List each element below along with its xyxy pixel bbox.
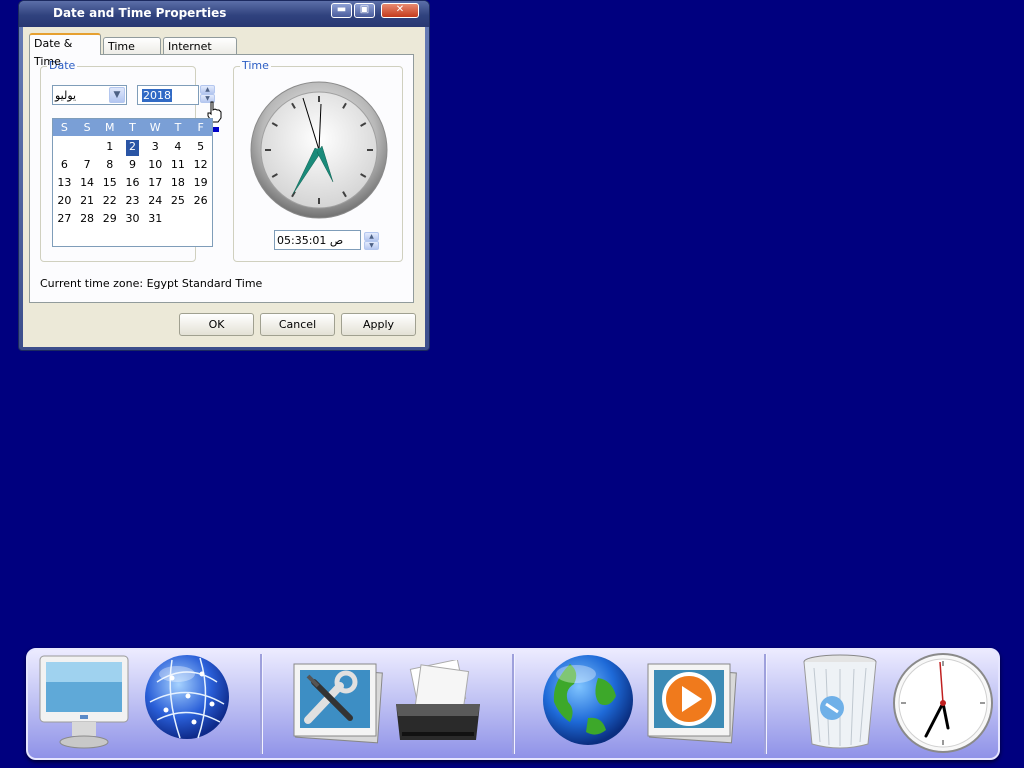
calendar-day-selected[interactable]: 2 bbox=[126, 140, 139, 156]
calendar-weekday: M bbox=[105, 121, 115, 134]
calendar-day[interactable]: 7 bbox=[76, 157, 99, 175]
calendar-weekday-header: S S M TWT F bbox=[53, 119, 212, 136]
calendar-day[interactable]: 23 bbox=[121, 193, 144, 211]
calendar-day[interactable]: 21 bbox=[76, 193, 99, 211]
date-time-properties-window: Date and Time Properties ▬ ▣ ✕ Date & Ti… bbox=[18, 0, 430, 351]
minimize-button[interactable]: ▬ bbox=[331, 3, 352, 18]
spin-up-icon[interactable]: ▲ bbox=[200, 85, 215, 94]
date-group: Date يوليو ▼ 2018 ▲ ▼ SSMTWTF 1 2 3 4 5 … bbox=[40, 59, 222, 262]
calendar-day[interactable]: 9 bbox=[121, 157, 144, 175]
calendar-day[interactable]: 27 bbox=[53, 211, 76, 229]
month-value: يوليو bbox=[55, 89, 77, 102]
calendar-day[interactable]: 14 bbox=[76, 175, 99, 193]
recycle-bin-icon[interactable] bbox=[798, 652, 882, 752]
calendar-day[interactable]: 11 bbox=[167, 157, 190, 175]
calendar-empty-cell bbox=[76, 139, 99, 157]
dock-separator bbox=[512, 654, 515, 754]
time-spinner[interactable]: ▲ ▼ bbox=[364, 232, 379, 250]
dialog-client-area: Date & Time Time Zone Internet Time Date… bbox=[23, 27, 425, 347]
calendar-day[interactable]: 24 bbox=[144, 193, 167, 211]
tab-time-zone[interactable]: Time Zone bbox=[103, 37, 161, 70]
calendar-weekday: S bbox=[60, 121, 68, 134]
dock-separator bbox=[764, 654, 767, 754]
time-input[interactable]: 05:35:01 ص bbox=[274, 230, 361, 250]
earth-icon[interactable] bbox=[540, 652, 636, 748]
maximize-button[interactable]: ▣ bbox=[354, 3, 375, 18]
time-group-label: Time bbox=[240, 59, 271, 72]
calendar-day[interactable]: 8 bbox=[98, 157, 121, 175]
chevron-down-icon[interactable]: ▼ bbox=[109, 87, 125, 103]
tools-icon[interactable] bbox=[290, 660, 384, 746]
year-input[interactable]: 2018 bbox=[137, 85, 199, 105]
calendar-day[interactable]: 30 bbox=[121, 211, 144, 229]
calendar-day[interactable]: 4 bbox=[167, 139, 190, 157]
calendar-day[interactable]: 31 bbox=[144, 211, 167, 229]
window-title: Date and Time Properties bbox=[53, 6, 227, 20]
dock-bar bbox=[26, 648, 1000, 760]
printer-icon[interactable] bbox=[392, 660, 484, 744]
time-value: 05:35:01 ص bbox=[277, 234, 344, 247]
dock-separator bbox=[260, 654, 263, 754]
calendar-day[interactable]: 29 bbox=[98, 211, 121, 229]
calendar-days-grid[interactable]: 1 2 3 4 5 6 7 8 9 10 11 12 13 14 15 16 17 18 19 20 21 22 23 24 2… bbox=[53, 139, 212, 229]
calendar-weekday: T bbox=[174, 121, 182, 134]
calendar-day[interactable]: 12 bbox=[189, 157, 212, 175]
calendar-day[interactable]: 13 bbox=[53, 175, 76, 193]
calendar-day[interactable]: 1 bbox=[98, 139, 121, 157]
calendar-day[interactable]: 18 bbox=[167, 175, 190, 193]
analog-clock bbox=[250, 81, 388, 219]
calendar-empty-cell bbox=[53, 139, 76, 157]
calendar-day[interactable]: 25 bbox=[167, 193, 190, 211]
calendar-weekday: W bbox=[149, 121, 161, 134]
calendar-day[interactable]: 10 bbox=[144, 157, 167, 175]
close-button[interactable]: ✕ bbox=[381, 3, 419, 18]
year-value: 2018 bbox=[142, 89, 172, 102]
calendar-weekday: S bbox=[83, 121, 91, 134]
calendar-day[interactable]: 15 bbox=[98, 175, 121, 193]
calendar-day[interactable]: 16 bbox=[121, 175, 144, 193]
media-player-icon[interactable] bbox=[644, 660, 738, 746]
month-dropdown[interactable]: يوليو ▼ bbox=[52, 85, 127, 105]
calendar-weekday: F bbox=[197, 121, 204, 134]
my-computer-icon[interactable] bbox=[36, 654, 132, 754]
tab-date-time[interactable]: Date & Time bbox=[29, 33, 101, 68]
title-bar[interactable]: Date and Time Properties ▬ ▣ ✕ bbox=[19, 1, 429, 27]
month-calendar[interactable]: SSMTWTF 1 2 3 4 5 6 7 8 9 10 11 12 13 14 15 16 17 18 19 20 2… bbox=[52, 118, 213, 247]
tab-panel: Date يوليو ▼ 2018 ▲ ▼ SSMTWTF 1 2 3 4 5 … bbox=[29, 54, 414, 303]
tab-internet-time[interactable]: Internet Time bbox=[163, 37, 237, 70]
network-globe-icon[interactable] bbox=[142, 652, 232, 742]
ok-button[interactable]: OK bbox=[179, 313, 254, 336]
current-timezone-label: Current time zone: Egypt Standard Time bbox=[40, 277, 263, 290]
spin-up-icon[interactable]: ▲ bbox=[364, 232, 379, 241]
spin-down-icon[interactable]: ▼ bbox=[364, 241, 379, 250]
time-group: Time 05:35:01 ص ▲ ▼ bbox=[233, 59, 403, 262]
calendar-weekday: T bbox=[129, 121, 136, 134]
clock-icon[interactable] bbox=[892, 652, 994, 754]
calendar-day[interactable]: 22 bbox=[98, 193, 121, 211]
calendar-day[interactable]: 19 bbox=[189, 175, 212, 193]
calendar-day[interactable]: 28 bbox=[76, 211, 99, 229]
calendar-day[interactable]: 6 bbox=[53, 157, 76, 175]
calendar-day[interactable]: 26 bbox=[189, 193, 212, 211]
calendar-day[interactable]: 5 bbox=[189, 139, 212, 157]
calendar-day[interactable]: 17 bbox=[144, 175, 167, 193]
calendar-day[interactable]: 20 bbox=[53, 193, 76, 211]
calendar-day[interactable]: 3 bbox=[144, 139, 167, 157]
apply-button[interactable]: Apply bbox=[341, 313, 416, 336]
cancel-button[interactable]: Cancel bbox=[260, 313, 335, 336]
